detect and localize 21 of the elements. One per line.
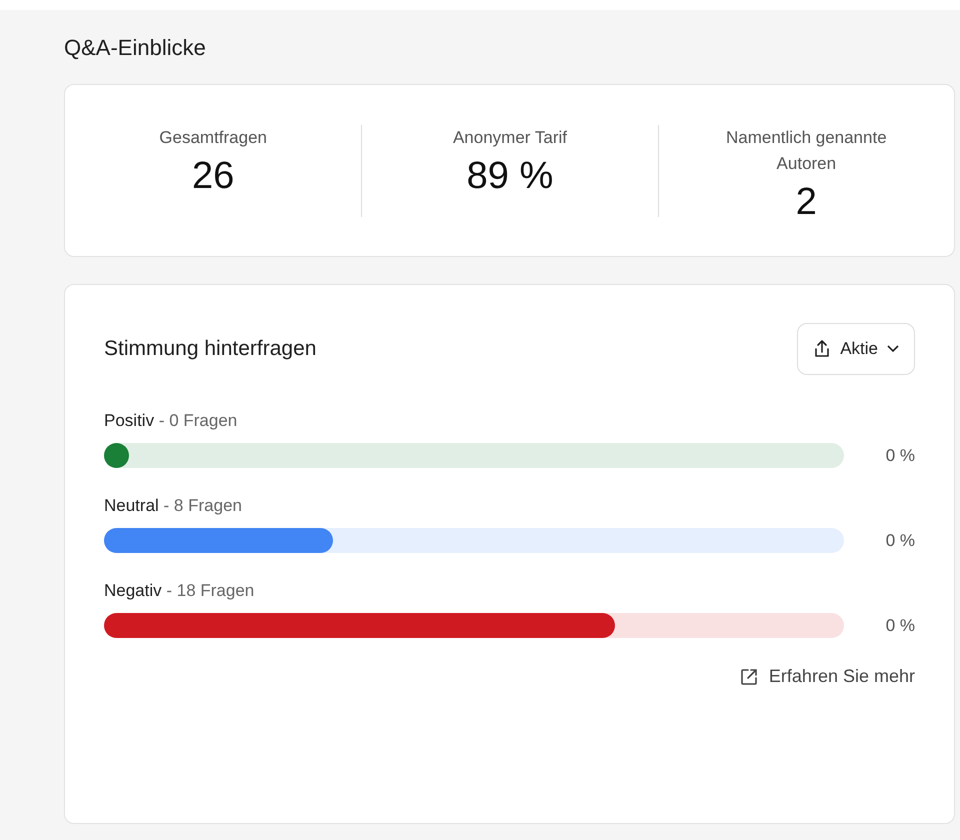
stat-value: 26: [192, 154, 234, 198]
stat-value: 89 %: [466, 154, 554, 198]
percent-reading: 0 %: [884, 446, 915, 466]
sentiment-name: Neutral: [104, 496, 159, 515]
question-count: - 8 Fragen: [164, 496, 242, 515]
page-title: Q&A-Einblicke: [64, 34, 207, 62]
sentiment-name: Negativ: [104, 581, 162, 600]
stat-value: 2: [796, 180, 817, 224]
card-title: Stimmung hinterfragen: [104, 337, 316, 361]
stat-label: Namentlich genannte Autoren: [724, 126, 888, 174]
question-count: - 0 Fragen: [158, 411, 238, 430]
share-button[interactable]: Aktie: [797, 323, 915, 375]
chevron-down-icon: [886, 344, 900, 354]
sentiment-name: Positiv: [104, 411, 154, 430]
stat-label: Gesamtfragen: [158, 126, 268, 148]
stat-label: Anonymer Tarif: [452, 126, 568, 148]
learn-more-link[interactable]: Erfahren Sie mehr: [768, 666, 915, 687]
percent-reading: 0 %: [884, 616, 915, 636]
percent-reading: 0 %: [884, 530, 915, 550]
external-link-icon: [738, 666, 759, 686]
question-count: - 18 Fragen: [166, 581, 254, 600]
